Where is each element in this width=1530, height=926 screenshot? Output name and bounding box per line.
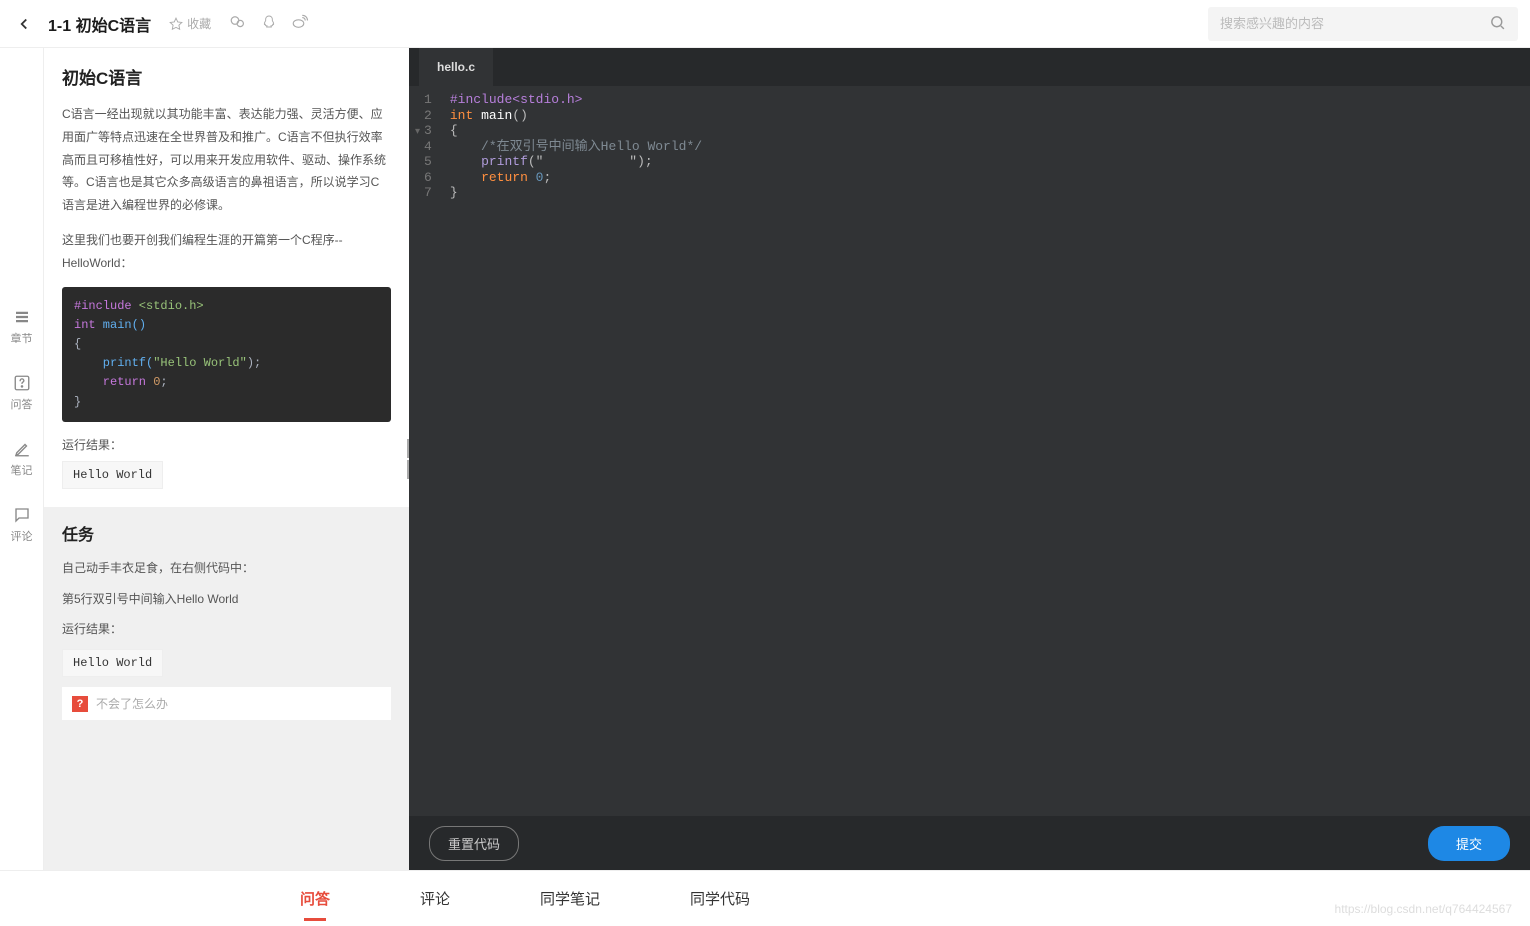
tab-classmate-notes[interactable]: 同学笔记 [540,888,600,909]
main: 章节 问答 笔记 评论 初始C语言 C语言一经出现就以其功能丰富、表达能力强、灵… [0,48,1530,870]
nav-chapters-label: 章节 [11,330,33,346]
gutter: 1 2 ▾3 4 5 6 7 [409,86,442,816]
chapters-icon [13,308,31,326]
comment-icon [13,506,31,524]
run-label: 运行结果： [62,436,391,453]
task-panel: 任务 自己动手丰衣足食，在右侧代码中： 第5行双引号中间输入Hello Worl… [44,507,409,738]
qq-icon[interactable] [261,14,277,33]
help-box[interactable]: ? 不会了怎么办 [62,687,391,720]
page-title: 1-1 初始C语言 [48,12,151,36]
nav-qa-label: 问答 [11,396,33,412]
code-lines[interactable]: #include<stdio.h> int main() { /*在双引号中间输… [442,86,702,816]
reset-button[interactable]: 重置代码 [429,826,519,861]
nav-qa[interactable]: 问答 [11,374,33,412]
article-p1: C语言一经出现就以其功能丰富、表达能力强、灵活方便、应用面广等特点迅速在全世界普… [62,103,391,217]
left-nav: 章节 问答 笔记 评论 [0,48,44,870]
share-icons [229,13,309,34]
tab-comments[interactable]: 评论 [420,888,450,909]
bottom-tabs: 问答 评论 同学笔记 同学代码 https://blog.csdn.net/q7… [0,870,1530,926]
submit-button[interactable]: 提交 [1428,826,1510,861]
back-arrow[interactable] [12,12,36,36]
nav-notes-label: 笔记 [11,462,33,478]
resize-handle-left[interactable] [405,439,411,479]
editor-tabs: hello.c [409,48,1530,86]
run-result: Hello World [62,461,163,489]
task-heading: 任务 [62,521,391,545]
nav-chapters[interactable]: 章节 [11,308,33,346]
task-p1: 自己动手丰衣足食，在右侧代码中： [62,557,391,580]
lesson-panel: 初始C语言 C语言一经出现就以其功能丰富、表达能力强、灵活方便、应用面广等特点迅… [44,48,409,870]
nav-comments[interactable]: 评论 [11,506,33,544]
favorite-button[interactable]: 收藏 [169,15,211,32]
tab-classmate-code[interactable]: 同学代码 [690,888,750,909]
article-heading: 初始C语言 [62,64,391,89]
help-icon: ? [72,696,88,712]
example-code: #include <stdio.h> int main() { printf("… [62,287,391,422]
help-label: 不会了怎么办 [96,695,168,712]
tab-qa[interactable]: 问答 [300,888,330,909]
task-p2: 第5行双引号中间输入Hello World [62,588,391,611]
favorite-label: 收藏 [187,15,211,32]
search-input[interactable] [1220,16,1489,31]
pencil-icon [13,440,31,458]
topbar: 1-1 初始C语言 收藏 [0,0,1530,48]
weibo-icon[interactable] [291,13,309,34]
wechat-icon[interactable] [229,13,247,34]
watermark: https://blog.csdn.net/q764424567 [1335,902,1512,916]
code-editor[interactable]: 1 2 ▾3 4 5 6 7 #include<stdio.h> int mai… [409,86,1530,816]
search-box[interactable] [1208,7,1518,41]
star-icon [169,17,183,31]
task-run-label: 运行结果： [62,618,391,641]
question-icon [13,374,31,392]
editor-pane: hello.c 1 2 ▾3 4 5 6 7 #include<stdio.h>… [409,48,1530,870]
nav-comments-label: 评论 [11,528,33,544]
article: 初始C语言 C语言一经出现就以其功能丰富、表达能力强、灵活方便、应用面广等特点迅… [44,48,409,507]
search-icon[interactable] [1489,14,1506,34]
article-p2: 这里我们也要开创我们编程生涯的开篇第一个C程序--HelloWorld： [62,229,391,275]
task-run-result: Hello World [62,649,163,677]
nav-notes[interactable]: 笔记 [11,440,33,478]
file-tab[interactable]: hello.c [419,48,493,86]
editor-footer: 重置代码 提交 [409,816,1530,870]
